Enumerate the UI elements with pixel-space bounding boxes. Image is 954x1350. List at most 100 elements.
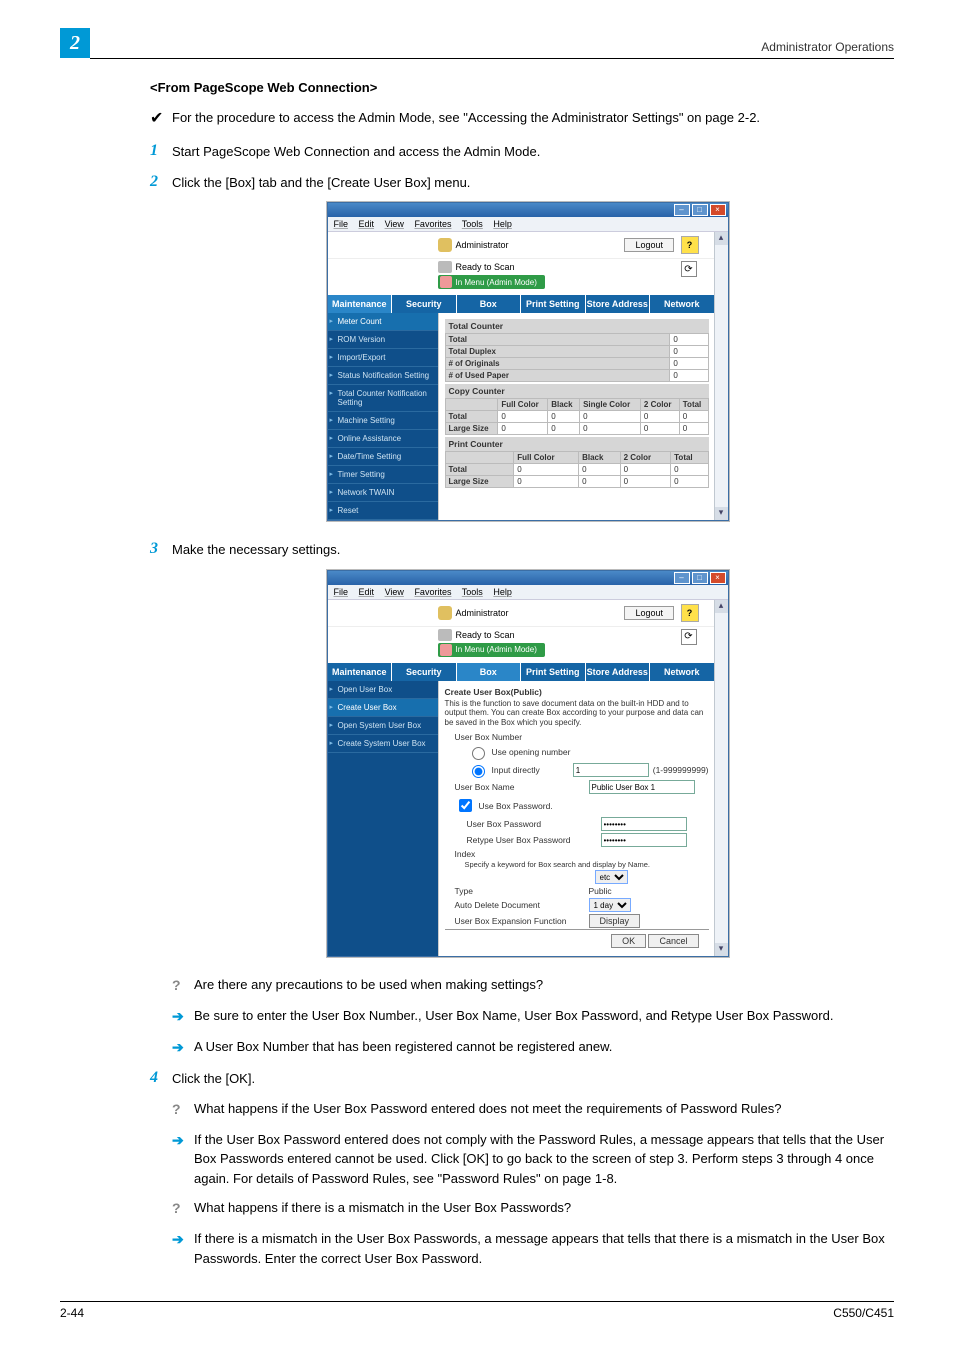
input-box-number[interactable] [573, 763, 649, 777]
tab-box[interactable]: Box [457, 295, 522, 313]
sidebar-item[interactable]: Online Assistance [328, 430, 438, 448]
menu-view[interactable]: View [385, 587, 404, 597]
scroll-up-icon[interactable]: ▴ [715, 600, 728, 613]
radio-input-directly[interactable] [472, 765, 485, 778]
cell: Total [671, 452, 708, 464]
menu-view[interactable]: View [385, 219, 404, 229]
logout-button[interactable]: Logout [624, 606, 674, 620]
close-icon[interactable]: × [710, 204, 726, 216]
tab-security[interactable]: Security [392, 295, 457, 313]
sidebar-item[interactable]: Create User Box [328, 699, 438, 717]
maximize-icon[interactable]: □ [692, 572, 708, 584]
cell: 0 [514, 464, 579, 476]
sidebar-item[interactable]: Open System User Box [328, 717, 438, 735]
sidebar-item[interactable]: ROM Version [328, 331, 438, 349]
tab-maintenance[interactable]: Maintenance [328, 663, 393, 681]
menu-help[interactable]: Help [493, 219, 512, 229]
select-index[interactable]: etc [595, 870, 628, 884]
tab-box[interactable]: Box [457, 663, 522, 681]
cell: Full Color [498, 399, 548, 411]
sidebar-item[interactable]: Timer Setting [328, 466, 438, 484]
form-note: This is the function to save document da… [445, 699, 709, 728]
label: Use opening number [492, 747, 571, 757]
help-icon[interactable]: ? [681, 236, 699, 254]
input-box-name[interactable] [589, 780, 695, 794]
select-auto-delete[interactable]: 1 day [589, 898, 631, 912]
sidebar-item[interactable]: Network TWAIN [328, 484, 438, 502]
sidebar-item[interactable]: Total Counter Notification Setting [328, 385, 438, 412]
cell: Large Size [445, 423, 498, 435]
cell: 0 [679, 411, 708, 423]
menu-favorites[interactable]: Favorites [414, 219, 451, 229]
tab-network[interactable]: Network [650, 663, 715, 681]
sidebar-item[interactable]: Machine Setting [328, 412, 438, 430]
logout-button[interactable]: Logout [624, 238, 674, 252]
question-icon: ? [172, 975, 194, 996]
cell [445, 452, 514, 464]
tab-network[interactable]: Network [650, 295, 715, 313]
cancel-button[interactable]: Cancel [648, 934, 698, 948]
cell: 0 [671, 476, 708, 488]
header-rule [90, 58, 894, 59]
maximize-icon[interactable]: □ [692, 204, 708, 216]
cell: Large Size [445, 476, 514, 488]
cell: 0 [514, 476, 579, 488]
minimize-icon[interactable]: – [674, 572, 690, 584]
index-note: Specify a keyword for Box search and dis… [445, 860, 709, 869]
sidebar-item[interactable]: Create System User Box [328, 735, 438, 753]
printer-icon [438, 629, 452, 641]
tab-maintenance[interactable]: Maintenance [328, 295, 393, 313]
main-panel: Total Counter Total0 Total Duplex0 # of … [438, 313, 715, 520]
field-userboxnumber: User Box Number [445, 731, 709, 743]
screenshot-2: – □ × File Edit View Favorites Tools Hel… [150, 570, 905, 958]
scrollbar[interactable]: ▴ ▾ [714, 232, 728, 520]
tab-store-address[interactable]: Store Address [586, 295, 651, 313]
answer-text: A User Box Number that has been register… [194, 1037, 905, 1057]
sidebar: Open User Box Create User Box Open Syste… [328, 681, 438, 957]
label: Input directly [492, 765, 540, 775]
cell: Total [679, 399, 708, 411]
sidebar-item[interactable]: Import/Export [328, 349, 438, 367]
menu-favorites[interactable]: Favorites [414, 587, 451, 597]
refresh-icon[interactable]: ⟳ [681, 629, 697, 645]
menu-tools[interactable]: Tools [462, 219, 483, 229]
menu-file[interactable]: File [334, 587, 349, 597]
tab-store-address[interactable]: Store Address [586, 663, 651, 681]
menu-edit[interactable]: Edit [359, 219, 375, 229]
ok-button[interactable]: OK [611, 934, 646, 948]
display-button[interactable]: Display [589, 914, 641, 928]
page-number: 2-44 [60, 1306, 84, 1320]
answer-text: If there is a mismatch in the User Box P… [194, 1229, 905, 1268]
cell: 0 [580, 411, 641, 423]
input-box-password[interactable] [601, 817, 687, 831]
input-box-password-retype[interactable] [601, 833, 687, 847]
sidebar-item[interactable]: Status Notification Setting [328, 367, 438, 385]
scroll-up-icon[interactable]: ▴ [715, 232, 728, 245]
sidebar-item[interactable]: Open User Box [328, 681, 438, 699]
help-icon[interactable]: ? [681, 604, 699, 622]
scroll-down-icon[interactable]: ▾ [715, 507, 728, 520]
menu-edit[interactable]: Edit [359, 587, 375, 597]
sidebar-item[interactable]: Meter Count [328, 313, 438, 331]
question-text: What happens if the User Box Password en… [194, 1099, 905, 1119]
close-icon[interactable]: × [710, 572, 726, 584]
tab-print-setting[interactable]: Print Setting [521, 295, 586, 313]
label: User Box Number [455, 732, 585, 742]
tab-print-setting[interactable]: Print Setting [521, 663, 586, 681]
sidebar-item[interactable]: Date/Time Setting [328, 448, 438, 466]
print-counter-table: Full Color Black 2 Color Total Total 0 0… [445, 451, 709, 488]
sidebar-item[interactable]: Reset [328, 502, 438, 520]
step-4: 4 Click the [OK]. [150, 1068, 905, 1089]
menu-file[interactable]: File [334, 219, 349, 229]
cell: 0 [548, 411, 580, 423]
scrollbar[interactable]: ▴ ▾ [714, 600, 728, 957]
minimize-icon[interactable]: – [674, 204, 690, 216]
menu-help[interactable]: Help [493, 587, 512, 597]
tab-security[interactable]: Security [392, 663, 457, 681]
radio-opening-number[interactable] [472, 747, 485, 760]
refresh-icon[interactable]: ⟳ [681, 261, 697, 277]
total-counter-table: Total0 Total Duplex0 # of Originals0 # o… [445, 333, 709, 382]
scroll-down-icon[interactable]: ▾ [715, 943, 728, 956]
checkbox-use-password[interactable] [459, 799, 472, 812]
menu-tools[interactable]: Tools [462, 587, 483, 597]
